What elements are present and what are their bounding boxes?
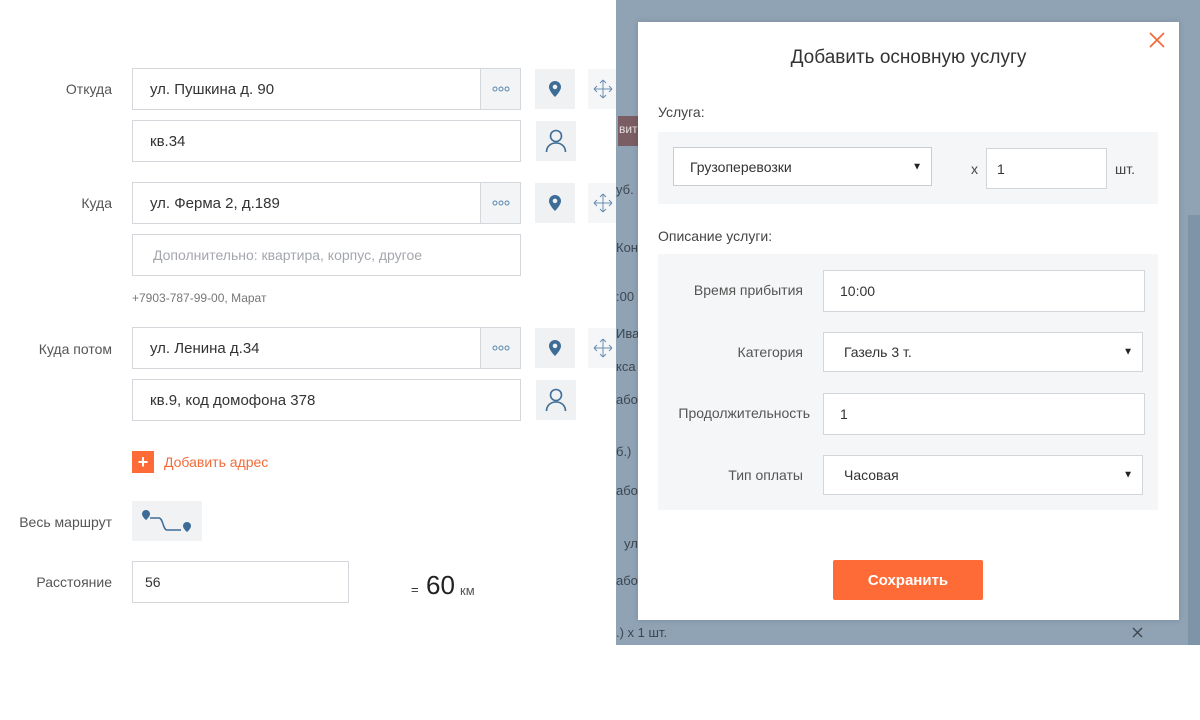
then-contact-button[interactable] — [536, 380, 576, 420]
to-more-button[interactable] — [480, 182, 521, 224]
payment-type-select[interactable]: Часовая ▼ — [823, 455, 1143, 495]
background-fragment: або — [616, 573, 638, 588]
from-more-button[interactable] — [480, 68, 521, 110]
modal-close-button[interactable] — [1149, 32, 1169, 52]
route-button[interactable] — [132, 501, 202, 541]
move-icon — [593, 193, 613, 213]
map-pin-icon — [549, 81, 561, 97]
equals-sign: = — [411, 582, 419, 597]
service-select[interactable]: Грузоперевозки ▼ — [673, 147, 932, 186]
from-extra-input[interactable]: кв.34 — [132, 120, 521, 162]
to-contact-text: +7903-787-99-00, Марат — [132, 291, 267, 305]
multiplier-sign: x — [971, 161, 978, 177]
ellipsis-icon — [492, 200, 509, 206]
move-icon — [593, 338, 613, 358]
from-drag-handle[interactable] — [588, 69, 618, 109]
background-fragment: кса — [616, 359, 636, 374]
distance-label: Расстояние — [36, 574, 112, 590]
from-address-input[interactable]: ул. Пушкина д. 90 — [132, 68, 481, 110]
add-service-modal: Добавить основную услугу Услуга: Грузопе… — [638, 22, 1179, 620]
to-drag-handle[interactable] — [588, 183, 618, 223]
arrival-time-label: Время прибытия — [693, 282, 803, 298]
map-pin-icon — [549, 195, 561, 211]
caret-down-icon: ▼ — [1123, 469, 1133, 481]
to-label: Куда — [81, 195, 112, 211]
arrival-time-input[interactable]: 10:00 — [823, 270, 1145, 312]
background-fragment: :00 — [616, 289, 635, 304]
background-fragment: Ива — [616, 326, 638, 341]
then-more-button[interactable] — [480, 327, 521, 369]
distance-input[interactable]: 56 — [132, 561, 349, 603]
to-address-input[interactable]: ул. Ферма 2, д.189 — [132, 182, 481, 224]
ellipsis-icon — [492, 345, 509, 351]
close-icon — [1132, 627, 1143, 638]
ellipsis-icon — [492, 86, 509, 92]
save-button[interactable]: Сохранить — [833, 560, 983, 600]
then-address-input[interactable]: ул. Ленина д.34 — [132, 327, 481, 369]
then-label: Куда потом — [38, 341, 112, 357]
from-map-button[interactable] — [535, 69, 575, 109]
background-fragment: ул — [624, 536, 638, 551]
map-pin-icon — [549, 340, 561, 356]
service-label: Услуга: — [658, 104, 705, 120]
background-fragment: б.) — [616, 444, 632, 459]
payment-type-label: Тип оплаты — [728, 467, 803, 483]
add-address-label: Добавить адрес — [164, 454, 269, 470]
quantity-input[interactable]: 1 — [986, 148, 1107, 189]
background-fragment: уб. — [616, 182, 634, 197]
then-extra-input[interactable]: кв.9, код домофона 378 — [132, 379, 521, 421]
then-map-button[interactable] — [535, 328, 575, 368]
description-label: Описание услуги: — [658, 228, 773, 244]
close-icon — [1149, 32, 1165, 48]
person-icon — [545, 388, 567, 412]
background-bottom-text: .) x 1 шт. — [616, 625, 668, 640]
category-select-value: Газель 3 т. — [844, 344, 912, 360]
background-fragment: Кон — [616, 240, 638, 255]
add-address-link[interactable]: + Добавить адрес — [132, 451, 268, 473]
background-scrollbar — [1188, 215, 1200, 645]
background-fragment: або — [616, 392, 638, 407]
background-fragment: вит — [619, 122, 638, 136]
background-bottom-row: .) x 1 шт. — [616, 620, 1200, 645]
duration-label: Продолжительность — [678, 405, 810, 421]
background-peek: вит уб. Кон :00 Ива кса або б.) або ул а… — [616, 0, 638, 645]
caret-down-icon: ▼ — [1123, 346, 1133, 358]
distance-unit: км — [460, 583, 475, 598]
page: Откуда ул. Пушкина д. 90 кв.34 Куда ул. … — [0, 0, 1200, 720]
quantity-unit: шт. — [1115, 161, 1135, 177]
modal-title: Добавить основную услугу — [790, 47, 1027, 68]
distance-result: 60 — [426, 570, 455, 600]
to-extra-input[interactable]: Дополнительно: квартира, корпус, другое — [132, 234, 521, 276]
service-select-value: Грузоперевозки — [690, 158, 792, 175]
from-label: Откуда — [65, 81, 112, 97]
route-icon — [142, 510, 191, 532]
category-select[interactable]: Газель 3 т. ▼ — [823, 332, 1143, 372]
then-drag-handle[interactable] — [588, 328, 618, 368]
to-map-button[interactable] — [535, 183, 575, 223]
person-icon — [545, 129, 567, 153]
route-label: Весь маршрут — [19, 514, 112, 530]
from-contact-button[interactable] — [536, 121, 576, 161]
caret-down-icon: ▼ — [912, 161, 922, 172]
background-fragment: або — [616, 483, 638, 498]
plus-icon: + — [132, 451, 154, 473]
category-label: Категория — [737, 344, 803, 360]
payment-type-select-value: Часовая — [844, 467, 899, 483]
duration-input[interactable]: 1 — [823, 393, 1145, 435]
move-icon — [593, 79, 613, 99]
